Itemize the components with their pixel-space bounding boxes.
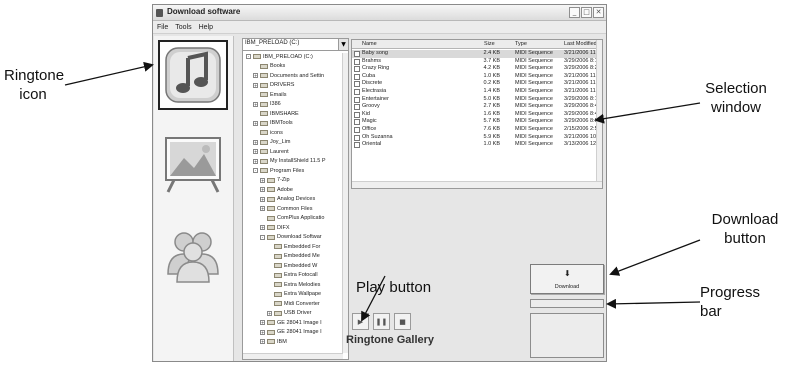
arrow-progress-bar xyxy=(606,298,701,309)
arrow-selection-window xyxy=(594,102,701,124)
arrow-play-button xyxy=(361,275,386,322)
arrow-ringtone-icon xyxy=(64,61,154,86)
arrow-download-button xyxy=(609,239,701,276)
callout-arrows xyxy=(64,61,701,322)
